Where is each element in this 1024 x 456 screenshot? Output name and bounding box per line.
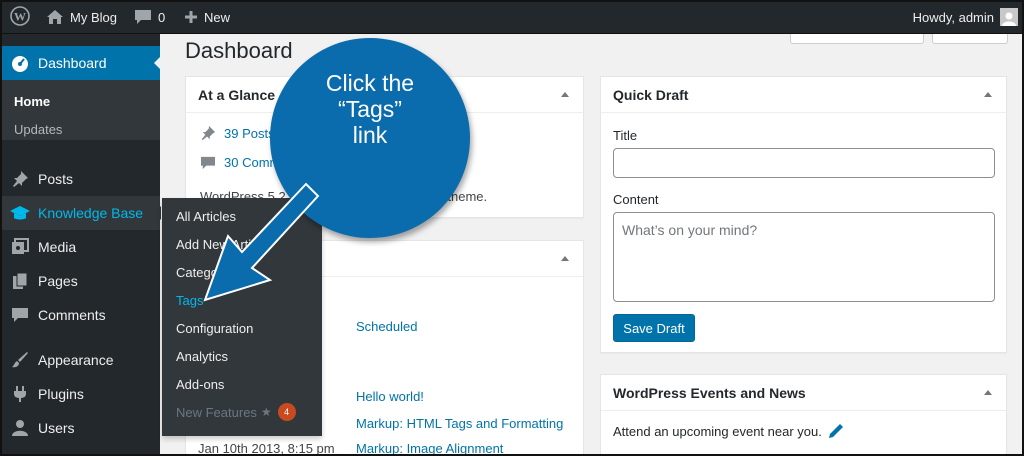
sidebar-item-users[interactable]: Users <box>0 411 160 445</box>
site-name-link[interactable]: My Blog <box>46 0 117 34</box>
quick-draft-widget: Quick Draft Title Content What’s on your… <box>600 76 1007 353</box>
collapse-toggle-icon[interactable] <box>561 92 569 97</box>
flyout-tags[interactable]: Tags <box>176 293 203 308</box>
comment-bubble-icon <box>134 9 152 25</box>
sidebar-item-pages[interactable]: Pages <box>0 264 160 298</box>
media-icon <box>10 237 30 257</box>
pin-icon <box>200 125 216 141</box>
scheduled-link[interactable]: Scheduled <box>356 319 417 334</box>
brush-icon <box>10 350 30 370</box>
new-content-button[interactable]: New <box>184 0 230 34</box>
sidebar-item-comments[interactable]: Comments <box>0 298 160 332</box>
draft-content-textarea[interactable]: What’s on your mind? <box>613 212 995 302</box>
widget-header: WordPress Events and News <box>601 375 1006 411</box>
admin-bar: W My Blog 0 New Howdy, admin <box>0 0 1024 34</box>
activity-post-link[interactable]: Markup: Image Alignment <box>356 441 503 456</box>
widget-title: WordPress Events and News <box>613 384 806 401</box>
submenu-updates[interactable]: Updates <box>14 122 62 137</box>
widget-title: At a Glance <box>198 86 276 103</box>
events-text: Attend an upcoming event near you. <box>613 423 844 439</box>
dashboard-submenu: Home Updates <box>0 80 160 140</box>
new-label: New <box>204 9 231 25</box>
comments-icon <box>10 305 30 325</box>
sidebar-item-label: Users <box>38 420 75 436</box>
help-button[interactable] <box>932 34 1008 44</box>
sidebar-item-plugins[interactable]: Plugins <box>0 377 160 411</box>
content-label: Content <box>613 192 659 207</box>
submenu-home[interactable]: Home <box>14 94 50 109</box>
account-menu[interactable]: Howdy, admin <box>913 0 1018 34</box>
plug-icon <box>10 384 30 404</box>
plus-icon <box>184 10 198 24</box>
title-label: Title <box>613 128 638 143</box>
wordpress-logo-icon: W <box>10 5 30 29</box>
sidebar-item-label: Knowledge Base <box>38 205 144 221</box>
screen-options-button[interactable] <box>790 34 924 44</box>
glance-posts-text: 39 Posts <box>224 125 275 141</box>
dashboard-gauge-icon <box>10 53 30 73</box>
flyout-add-new-article[interactable]: Add New Article <box>176 237 268 252</box>
glance-posts-link[interactable]: 39 Posts <box>200 125 275 141</box>
activity-post-link[interactable]: Markup: HTML Tags and Formatting <box>356 416 563 431</box>
collapse-toggle-icon[interactable] <box>561 256 569 261</box>
avatar-icon <box>1000 8 1018 26</box>
new-features-badge: 4 <box>277 403 296 421</box>
sidebar-item-label: Plugins <box>38 386 84 402</box>
knowledge-base-flyout: All Articles Add New Article Categories … <box>162 198 322 436</box>
pin-icon <box>10 169 30 189</box>
draft-title-input[interactable] <box>613 148 995 178</box>
sidebar-item-label: Pages <box>38 273 78 289</box>
comment-count: 0 <box>158 9 166 25</box>
home-icon <box>46 9 64 25</box>
collapse-toggle-icon[interactable] <box>984 390 992 395</box>
flyout-categories[interactable]: Categories <box>176 265 239 280</box>
page-title: Dashboard <box>185 38 293 63</box>
users-icon <box>10 418 30 438</box>
events-message: Attend an upcoming event near you. <box>613 423 822 439</box>
pages-icon <box>10 271 30 291</box>
sidebar-item-label: Posts <box>38 171 74 187</box>
flyout-all-articles[interactable]: All Articles <box>176 209 236 224</box>
callout-bubble: Click the “Tags” link <box>270 38 470 238</box>
sidebar-item-label: Media <box>38 239 77 255</box>
flyout-configuration[interactable]: Configuration <box>176 321 253 336</box>
collapse-toggle-icon[interactable] <box>984 92 992 97</box>
sidebar-item-media[interactable]: Media <box>0 230 160 264</box>
save-draft-button[interactable]: Save Draft <box>613 314 695 342</box>
events-news-widget: WordPress Events and News Attend an upco… <box>600 374 1007 456</box>
callout-line: link <box>352 122 388 148</box>
comments-link[interactable]: 0 <box>134 0 165 34</box>
activity-post-link[interactable]: Hello world! <box>356 389 424 404</box>
flyout-new-features[interactable]: New Features ★ 4 <box>176 403 296 421</box>
activity-date: Jan 10th 2013, 8:15 pm <box>198 441 335 456</box>
flyout-add-ons[interactable]: Add-ons <box>176 377 224 392</box>
wordpress-logo-button[interactable]: W <box>10 0 30 34</box>
widget-title: Quick Draft <box>613 86 689 103</box>
pencil-icon[interactable] <box>828 423 844 439</box>
sidebar-item-label: Appearance <box>38 352 114 368</box>
admin-sidebar: Dashboard Home Updates Posts Knowledge B… <box>0 34 161 456</box>
new-features-label: New Features <box>176 404 257 420</box>
svg-text:W: W <box>14 9 26 23</box>
sidebar-item-label: Dashboard <box>38 55 107 71</box>
sidebar-item-appearance[interactable]: Appearance <box>0 343 160 377</box>
sidebar-item-posts[interactable]: Posts <box>0 162 160 196</box>
widget-header: Quick Draft <box>601 77 1006 113</box>
sidebar-item-label: Comments <box>38 307 106 323</box>
comment-bubble-icon <box>200 156 216 170</box>
site-name: My Blog <box>70 9 117 25</box>
flyout-analytics[interactable]: Analytics <box>176 349 228 364</box>
sidebar-item-dashboard[interactable]: Dashboard <box>0 46 161 80</box>
callout-line: “Tags” <box>338 96 402 122</box>
howdy-text: Howdy, admin <box>912 9 994 25</box>
callout-line: Click the <box>325 70 415 96</box>
star-icon: ★ <box>260 405 272 419</box>
graduation-cap-icon <box>10 203 30 223</box>
sidebar-item-knowledge-base[interactable]: Knowledge Base <box>0 196 161 230</box>
